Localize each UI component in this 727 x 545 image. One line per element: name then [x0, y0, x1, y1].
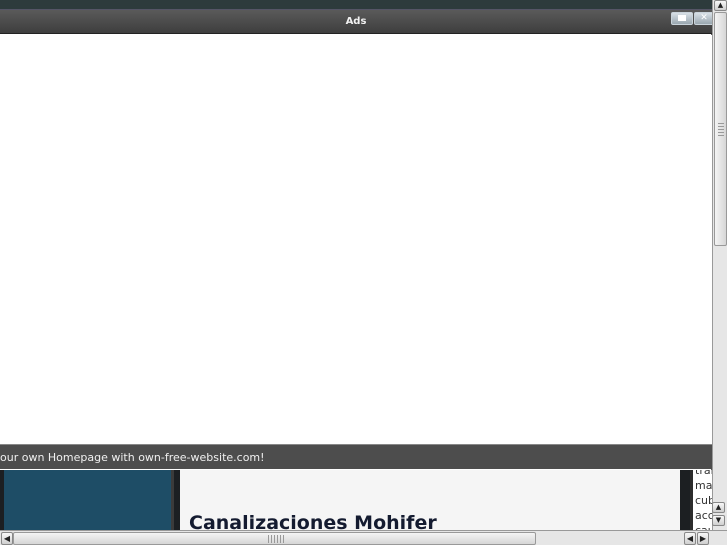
ads-footer[interactable]: our own Homepage with own-free-website.c… [0, 444, 712, 469]
page-top-strip [0, 0, 712, 10]
scroll-right-button[interactable]: ▶ [697, 532, 709, 545]
close-icon: ✕ [700, 13, 708, 23]
maximize-icon [678, 15, 686, 21]
underlying-page: Canalizaciones Mohifer trai max cub acc … [0, 470, 712, 534]
ads-window: Ads ✕ our own Homepage with own-free-web… [0, 10, 714, 470]
arrow-up-icon: ▲ [715, 503, 722, 511]
arrow-down-icon: ▼ [715, 516, 722, 524]
inner-scroll-down-button[interactable]: ▼ [712, 515, 725, 526]
scroll-up-button[interactable]: ▲ [714, 0, 727, 11]
vertical-scroll-thumb[interactable] [714, 12, 727, 246]
close-button[interactable]: ✕ [694, 12, 714, 25]
ads-content-area [0, 35, 712, 445]
ads-window-title: Ads [345, 16, 367, 27]
ads-titlebar[interactable]: Ads ✕ [0, 10, 714, 34]
side-text-line: cau [693, 523, 712, 530]
side-text-line: trai [695, 470, 712, 477]
side-text-line: cub [695, 494, 712, 507]
arrow-up-icon: ▲ [717, 1, 724, 9]
inner-scroll-buttons: ▲ ▼ [712, 500, 726, 530]
left-image-panel [4, 470, 174, 530]
side-text-column: trai max cub acc cau [690, 470, 712, 530]
content-panel: Canalizaciones Mohifer [180, 470, 680, 534]
horizontal-scrollbar[interactable]: ◀ ◀ ▶ [0, 530, 727, 545]
browser-viewport: Canalizaciones Mohifer trai max cub acc … [0, 0, 727, 545]
grip-icon [718, 123, 724, 137]
arrow-left-icon: ◀ [3, 534, 11, 543]
vertical-scrollbar[interactable]: ▲ [712, 0, 727, 530]
grip-icon [268, 535, 284, 543]
maximize-button[interactable] [671, 12, 693, 25]
scroll-left-button-secondary[interactable]: ◀ [684, 532, 696, 545]
ads-footer-link[interactable]: our own Homepage with own-free-website.c… [0, 445, 265, 470]
horizontal-scroll-thumb[interactable] [13, 532, 536, 545]
arrow-left-icon: ◀ [686, 534, 694, 543]
side-text-line: max [695, 479, 712, 492]
side-text-line: acc [695, 509, 712, 522]
arrow-right-icon: ▶ [699, 534, 707, 543]
inner-scroll-up-button[interactable]: ▲ [712, 502, 725, 513]
scroll-left-button[interactable]: ◀ [1, 532, 13, 545]
